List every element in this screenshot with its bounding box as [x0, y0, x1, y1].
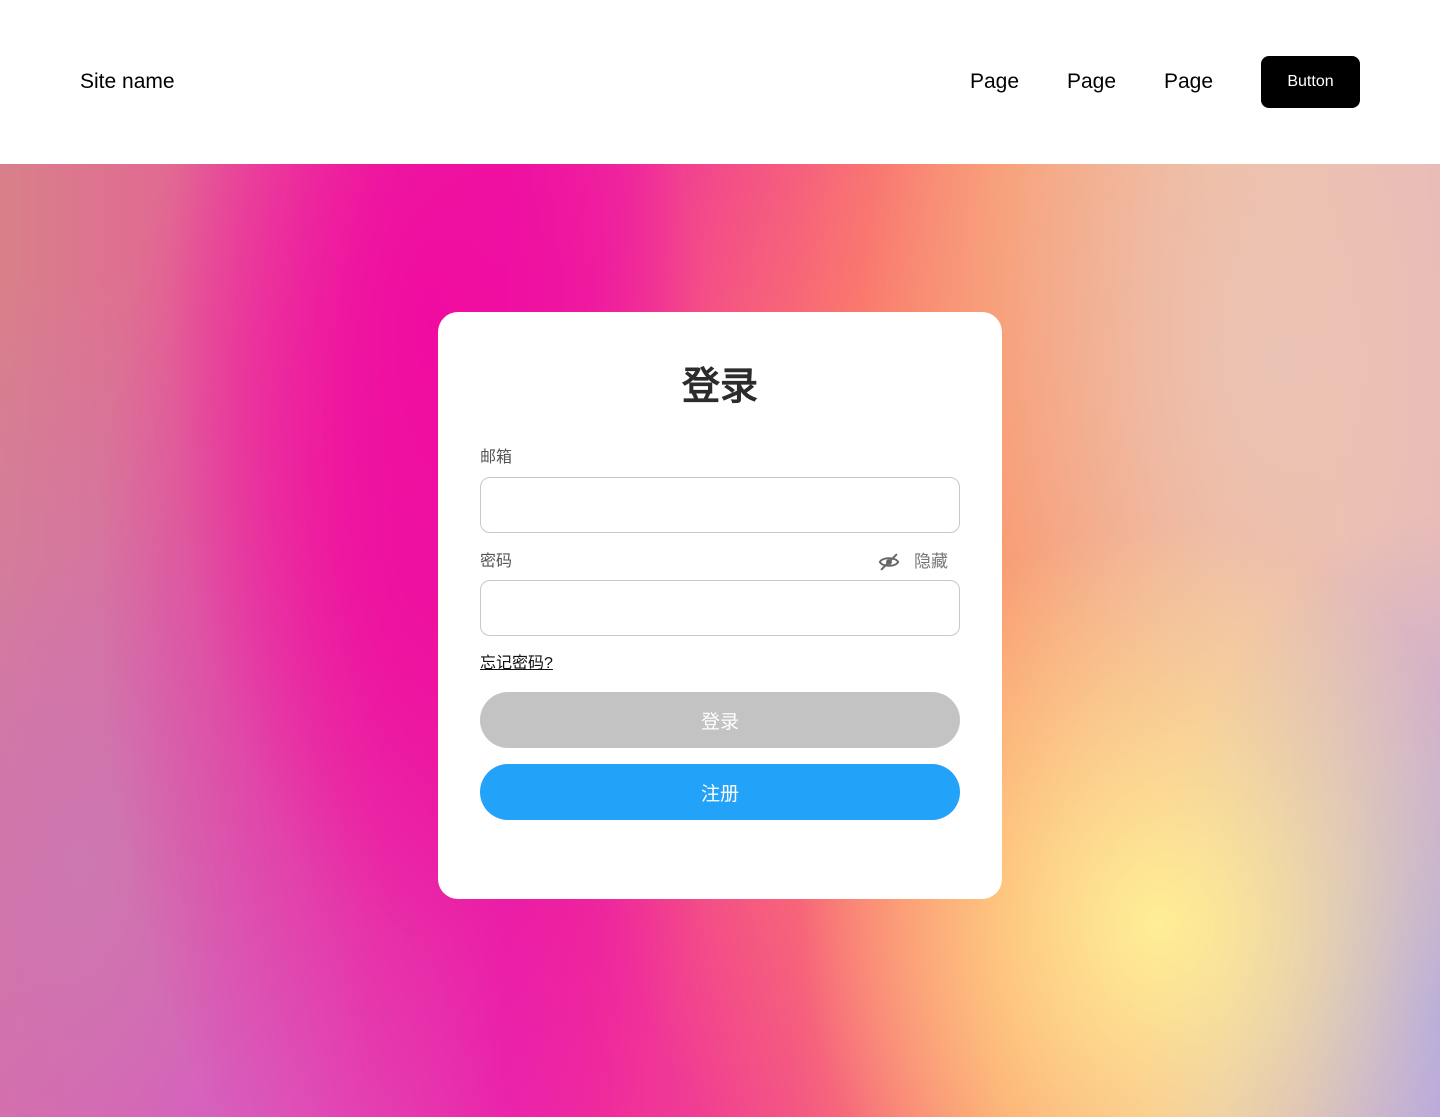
- site-name[interactable]: Site name: [80, 69, 175, 95]
- nav-link-page-3[interactable]: Page: [1164, 69, 1213, 95]
- password-visibility-toggle[interactable]: 隐藏: [878, 551, 948, 573]
- email-input[interactable]: [480, 477, 960, 533]
- nav-link-page-1[interactable]: Page: [970, 69, 1019, 95]
- nav-link-page-2[interactable]: Page: [1067, 69, 1116, 95]
- header-button[interactable]: Button: [1261, 56, 1360, 108]
- forgot-password-link[interactable]: 忘记密码?: [480, 654, 553, 674]
- login-title: 登录: [681, 366, 758, 408]
- email-label: 邮箱: [480, 449, 513, 466]
- login-button[interactable]: 登录: [480, 692, 960, 748]
- register-button[interactable]: 注册: [480, 764, 960, 820]
- password-label: 密码: [480, 553, 513, 570]
- visibility-toggle-label: 隐藏: [914, 552, 948, 571]
- login-card: 登录 邮箱 密码 隐藏 忘记密码? 登录 注册: [438, 312, 1002, 899]
- password-input[interactable]: [480, 580, 960, 636]
- top-header: Site name Page Page Page Button: [0, 0, 1440, 164]
- eye-slash-icon: [878, 551, 900, 573]
